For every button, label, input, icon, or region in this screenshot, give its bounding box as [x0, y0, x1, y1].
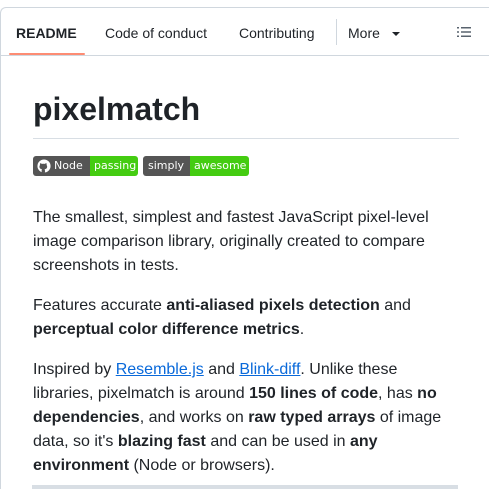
badge-status: passing	[94, 159, 137, 172]
tab-readme[interactable]: README	[16, 24, 77, 42]
readme-tab-bar: README Code of conduct Contributing More	[1, 8, 489, 56]
chevron-down-icon[interactable]	[392, 32, 400, 36]
text: , and works on	[139, 409, 249, 426]
intro-paragraph: The smallest, simplest and fastest JavaS…	[33, 209, 429, 274]
tab-code-of-conduct[interactable]: Code of conduct	[105, 24, 207, 42]
badge-label: simply	[148, 159, 185, 172]
badge-status: awesome	[194, 159, 247, 172]
text: .	[299, 321, 305, 338]
inspired-paragraph: Inspired by Resemble.js and Blink-diff. …	[33, 358, 459, 478]
text: Inspired by	[33, 361, 116, 378]
tab-contributing[interactable]: Contributing	[239, 24, 315, 42]
text: and	[203, 361, 240, 378]
github-mark-icon	[37, 159, 51, 173]
simply-awesome-badge[interactable]: simply awesome	[143, 156, 249, 176]
text: and	[379, 297, 411, 314]
active-tab-underline	[9, 53, 85, 55]
node-ci-badge[interactable]: Node passing	[33, 156, 138, 176]
list-unordered-icon[interactable]	[456, 24, 472, 40]
emphasis: 150 lines of code	[249, 385, 379, 402]
title-divider	[33, 138, 459, 139]
emphasis: perceptual color difference metrics	[33, 321, 300, 338]
section-divider	[32, 485, 458, 489]
tab-more[interactable]: More	[348, 24, 380, 42]
readme-card: README Code of conduct Contributing More…	[0, 7, 489, 489]
text: (Node or browsers).	[129, 457, 275, 474]
emphasis: raw typed arrays	[248, 409, 376, 426]
features-paragraph: Features accurate anti-aliased pixels de…	[33, 294, 459, 342]
blink-diff-link[interactable]: Blink-diff	[239, 361, 300, 378]
text: Features accurate	[33, 297, 167, 314]
tab-divider	[336, 19, 337, 45]
resemblejs-link[interactable]: Resemble.js	[116, 361, 204, 378]
text: and can be used in	[205, 433, 350, 450]
badge-label: Node	[54, 159, 83, 172]
emphasis: blazing fast	[117, 433, 206, 450]
readme-title: pixelmatch	[33, 91, 201, 127]
emphasis: anti-aliased pixels detection	[166, 297, 380, 314]
text: , has	[378, 385, 418, 402]
